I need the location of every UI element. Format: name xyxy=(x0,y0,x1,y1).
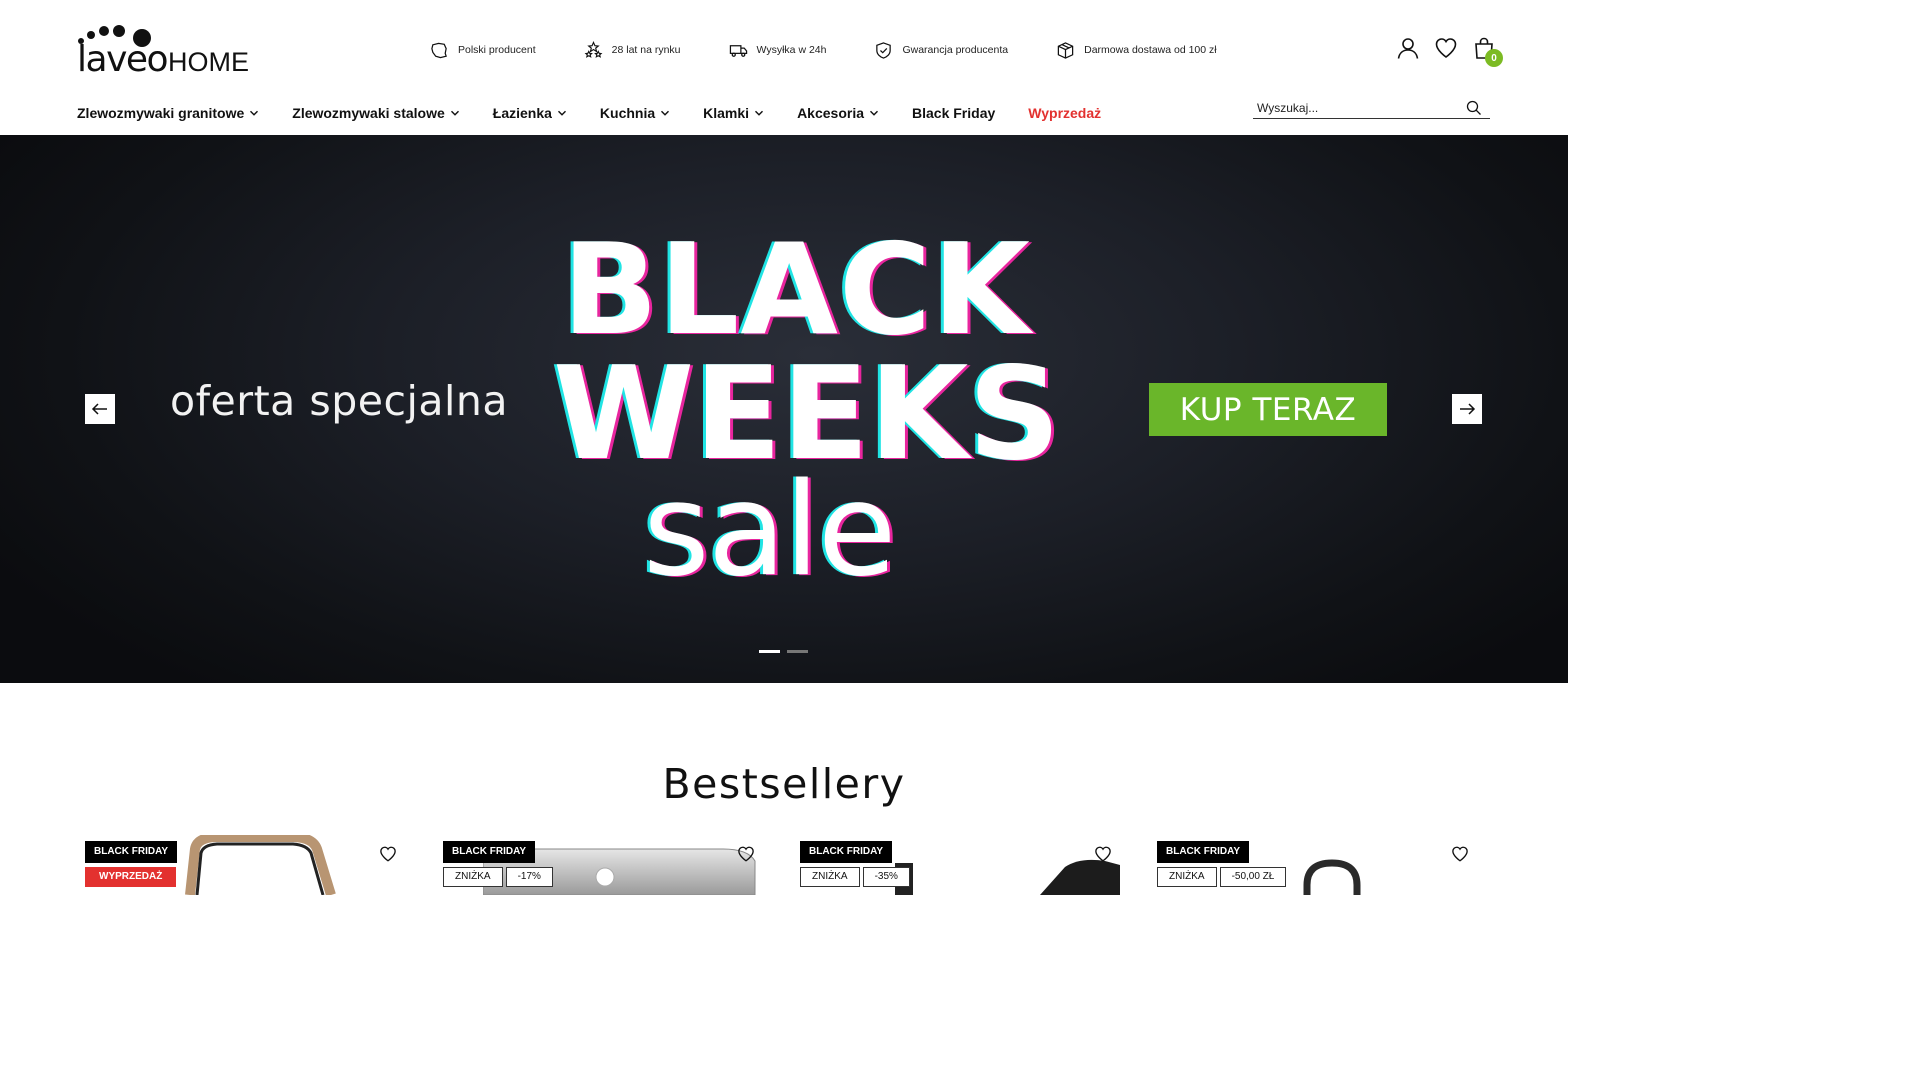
buy-now-button[interactable]: KUP TERAZ xyxy=(1149,383,1387,436)
poland-map-icon xyxy=(431,42,447,58)
black-friday-badge: BLACK FRIDAY xyxy=(443,841,536,863)
nav-item-steel-sinks[interactable]: Zlewozmywaki stalowe xyxy=(292,105,460,121)
slider-dot-2[interactable] xyxy=(787,650,808,653)
slider-pagination xyxy=(759,650,815,653)
add-to-wishlist-icon[interactable] xyxy=(737,845,755,863)
truck-icon xyxy=(729,44,747,57)
nav-item-sale[interactable]: Wyprzedaż xyxy=(1028,105,1101,121)
sale-badge: WYPRZEDAŻ xyxy=(85,867,177,887)
cart-count-badge: 0 xyxy=(1485,49,1503,67)
chevron-down-icon xyxy=(250,110,259,116)
user-icon xyxy=(1397,38,1419,59)
hero-banner[interactable]: oferta specjalna BLACK WEEKS sale KUP TE… xyxy=(0,135,1568,683)
chevron-down-icon xyxy=(869,110,879,116)
arrow-right-icon xyxy=(1460,403,1476,415)
discount-label: ZNIŻKA xyxy=(443,867,503,887)
nav-item-kitchen[interactable]: Kuchnia xyxy=(600,105,670,121)
product-badges: BLACK FRIDAY ZNIŻKA -35% xyxy=(800,841,913,887)
chevron-down-icon xyxy=(557,110,566,116)
usp-bar: Polski producent 28 lat na rynku Wysyłka… xyxy=(430,38,1265,62)
add-to-wishlist-icon[interactable] xyxy=(379,845,397,863)
header-actions: 0 xyxy=(1382,36,1503,67)
discount-label: ZNIŻKA xyxy=(800,867,860,887)
chevron-down-icon xyxy=(661,110,670,116)
nav-item-granite-sinks[interactable]: Zlewozmywaki granitowe xyxy=(77,105,259,121)
product-badges: BLACK FRIDAY WYPRZEDAŻ xyxy=(85,841,178,887)
product-badges: BLACK FRIDAY ZNIŻKA -17% xyxy=(443,841,556,887)
black-friday-badge: BLACK FRIDAY xyxy=(85,841,178,863)
package-icon xyxy=(1057,41,1074,59)
product-card[interactable]: BLACK FRIDAY ZNIŻKA -17% xyxy=(443,835,765,895)
heart-icon xyxy=(1435,38,1457,58)
discount-value: -17% xyxy=(505,867,553,887)
shield-check-icon xyxy=(876,41,892,59)
stars-icon xyxy=(584,40,603,58)
logo-wordmark: laveoHOME xyxy=(77,39,250,80)
product-card[interactable]: BLACK FRIDAY ZNIŻKA -50,00 ZŁ xyxy=(1157,835,1479,895)
black-friday-badge: BLACK FRIDAY xyxy=(1157,841,1250,863)
hero-next-button[interactable] xyxy=(1452,394,1482,424)
usp-years: 28 lat na rynku xyxy=(584,40,681,60)
hero-headline-sale: sale xyxy=(643,456,896,605)
nav-item-accessories[interactable]: Akcesoria xyxy=(797,105,879,121)
nav-item-bathroom[interactable]: Łazienka xyxy=(493,105,567,121)
discount-value: -35% xyxy=(862,867,910,887)
hero-prev-button[interactable] xyxy=(85,394,115,424)
main-nav: Zlewozmywaki granitowe Zlewozmywaki stal… xyxy=(77,102,1134,124)
hero-headline-black: BLACK xyxy=(562,216,1031,363)
chevron-down-icon xyxy=(755,110,764,116)
product-image xyxy=(185,835,336,895)
account-button[interactable] xyxy=(1396,36,1420,62)
wishlist-button[interactable] xyxy=(1434,36,1458,62)
cart-button[interactable]: 0 xyxy=(1472,36,1503,67)
hero-subtitle: oferta specjalna xyxy=(170,377,509,425)
chevron-down-icon xyxy=(450,110,459,116)
search-input[interactable] xyxy=(1253,99,1453,117)
slider-dot-1[interactable] xyxy=(759,650,780,653)
search-box xyxy=(1253,99,1490,119)
nav-item-black-friday[interactable]: Black Friday xyxy=(912,105,995,121)
usp-polish-producer: Polski producent xyxy=(430,41,536,60)
usp-shipping: Wysyłka w 24h xyxy=(729,41,826,60)
discount-label: ZNIŻKA xyxy=(1157,867,1217,887)
black-friday-badge: BLACK FRIDAY xyxy=(800,841,893,863)
usp-free-delivery: Darmowa dostawa od 100 zł xyxy=(1056,41,1217,60)
nav-item-handles[interactable]: Klamki xyxy=(703,105,764,121)
product-image xyxy=(1303,859,1361,895)
search-icon[interactable] xyxy=(1466,100,1482,116)
product-card[interactable]: BLACK FRIDAY ZNIŻKA -35% xyxy=(800,835,1122,895)
add-to-wishlist-icon[interactable] xyxy=(1451,845,1469,863)
section-title: Bestsellery xyxy=(662,760,906,808)
product-badges: BLACK FRIDAY ZNIŻKA -50,00 ZŁ xyxy=(1157,841,1289,887)
brand-logo[interactable]: laveoHOME xyxy=(77,22,249,80)
add-to-wishlist-icon[interactable] xyxy=(1094,845,1112,863)
usp-warranty: Gwarancja producenta xyxy=(874,41,1008,60)
product-image xyxy=(895,859,1120,895)
product-card[interactable]: BLACK FRIDAY WYPRZEDAŻ xyxy=(85,835,407,895)
arrow-left-icon xyxy=(91,403,107,415)
discount-value: -50,00 ZŁ xyxy=(1219,867,1287,887)
